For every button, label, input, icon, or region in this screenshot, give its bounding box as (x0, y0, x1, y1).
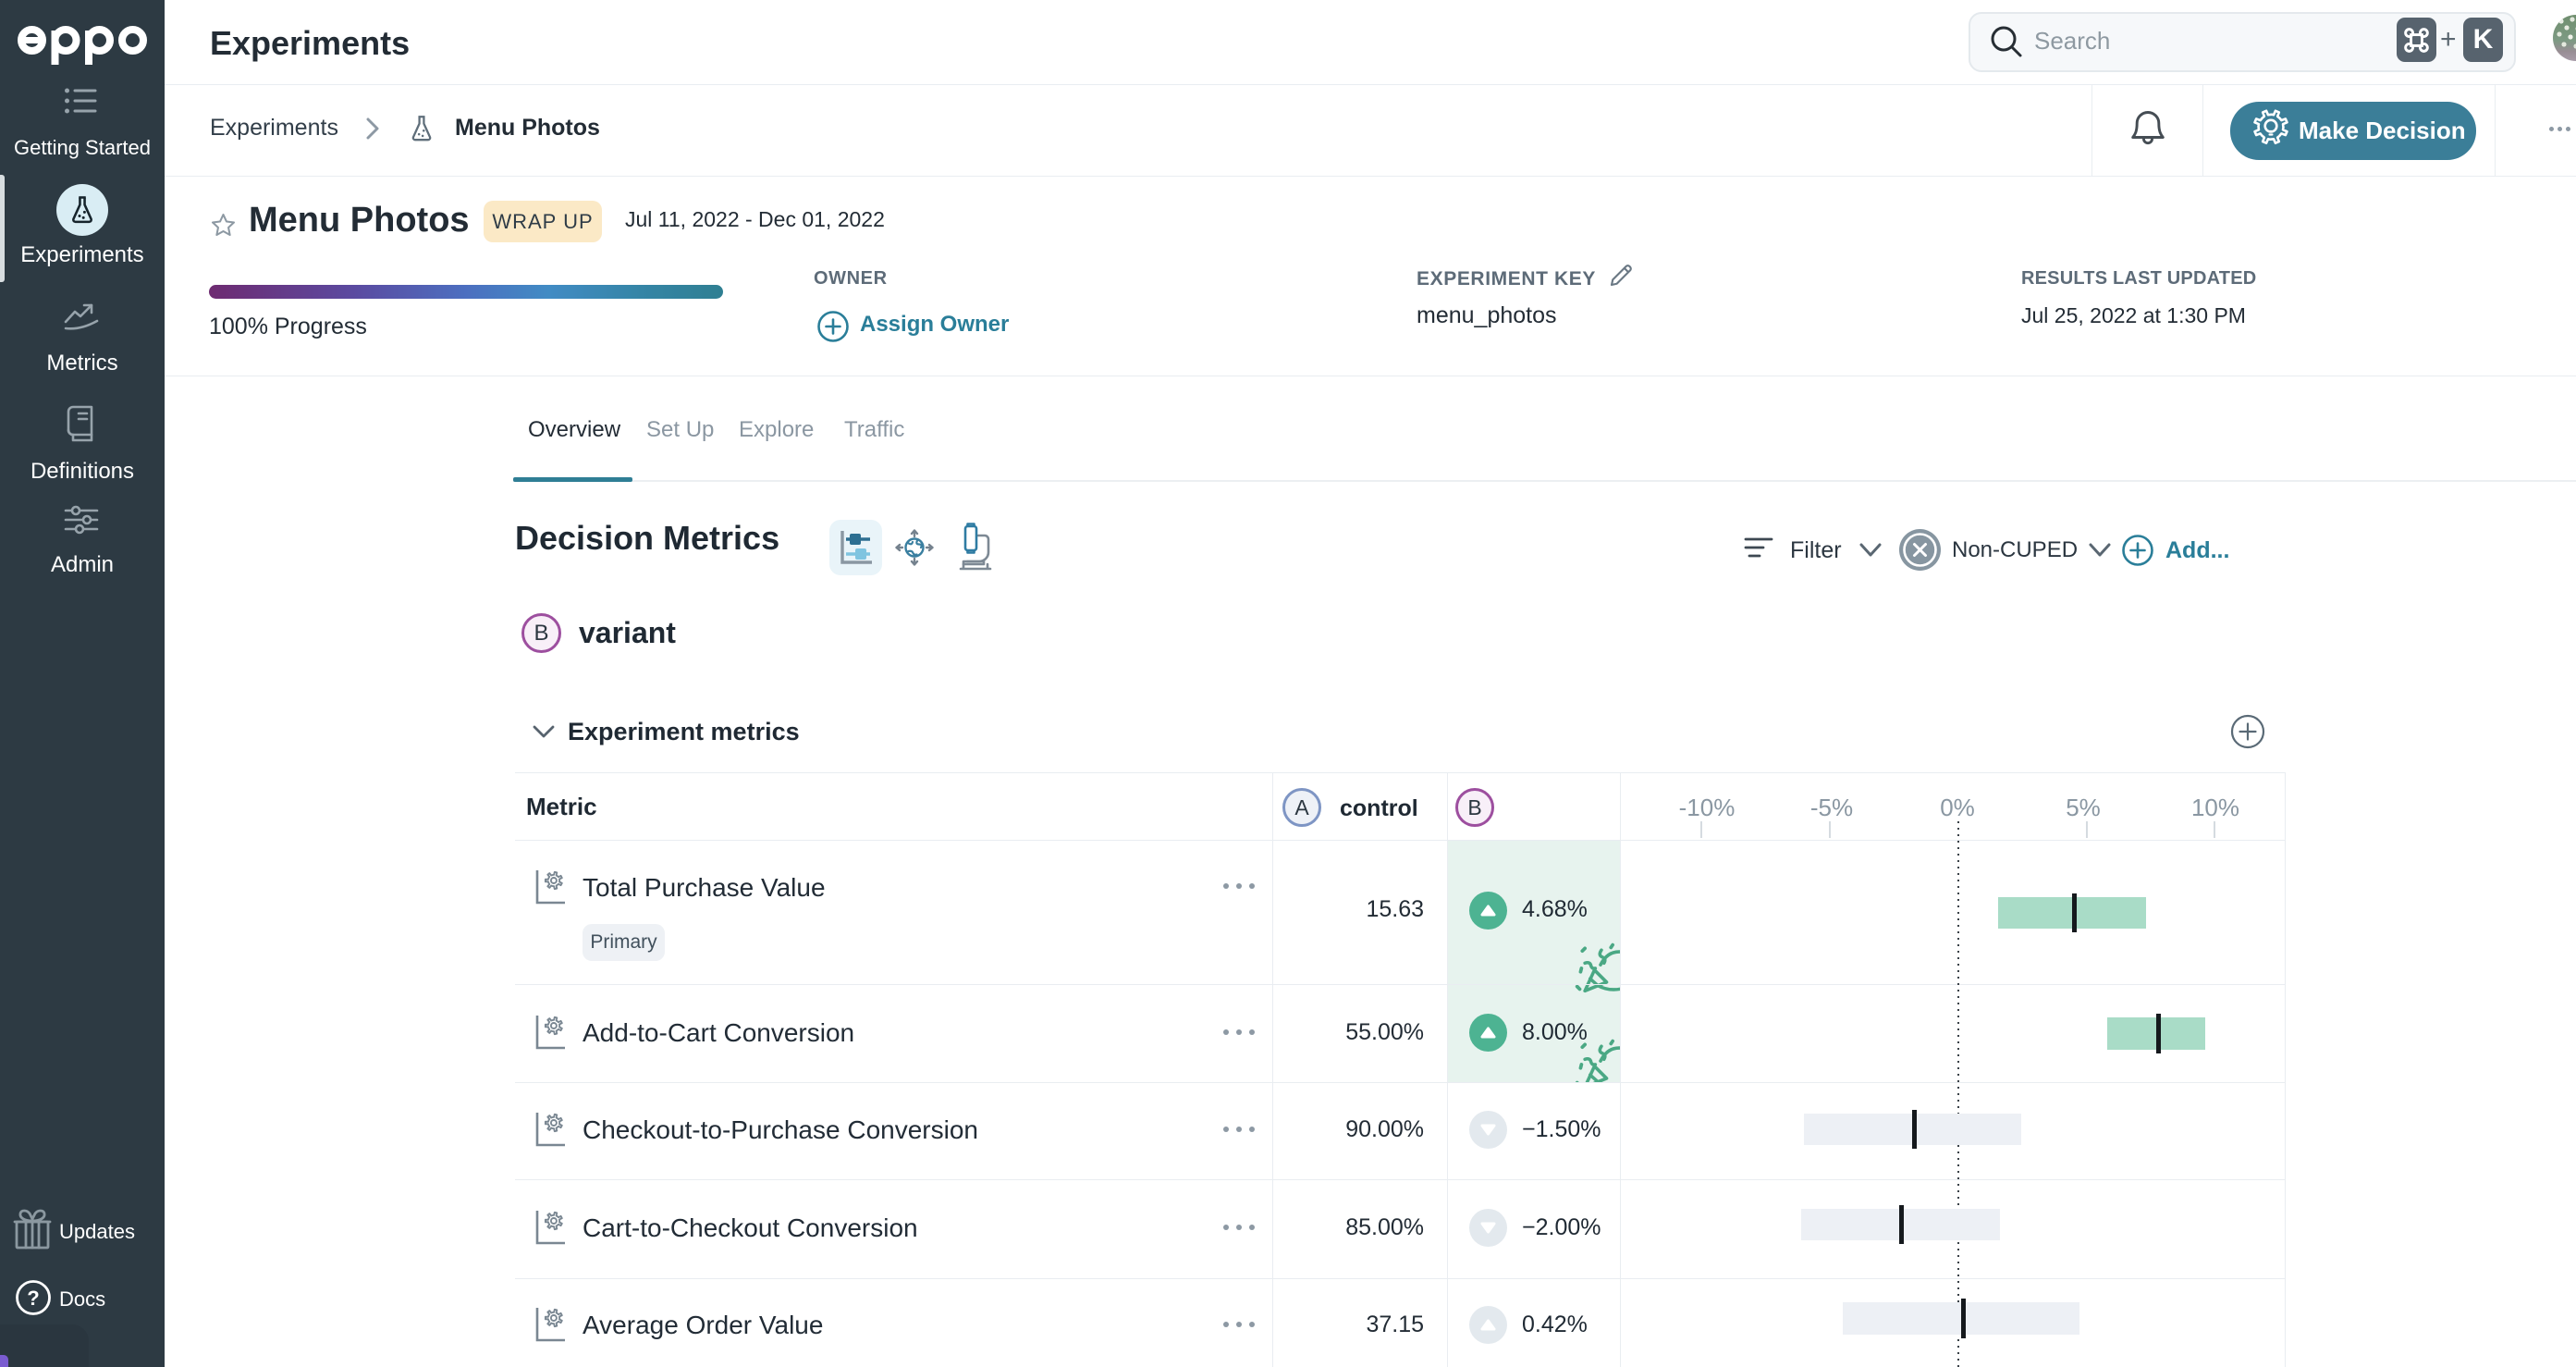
svg-text:?: ? (27, 1287, 39, 1310)
